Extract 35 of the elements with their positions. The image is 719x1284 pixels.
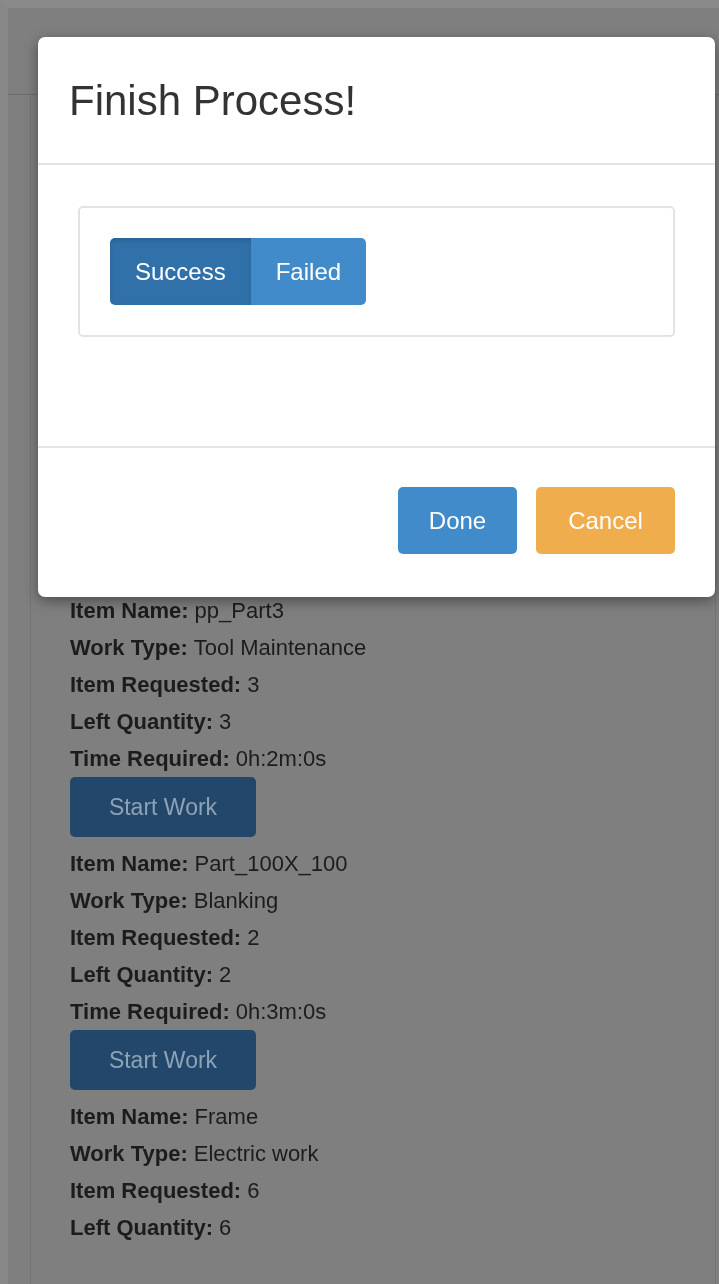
cancel-button[interactable]: Cancel [536,487,675,554]
field-label: Time Required: [70,999,230,1024]
field-value: Electric work [193,1141,319,1166]
field-label: Item Requested: [70,1178,242,1203]
modal-title: Finish Process! [69,76,358,126]
start-work-button[interactable]: Start Work [70,1030,256,1090]
field-label: Work Type: [70,888,188,913]
field-label: Item Requested: [70,672,242,697]
field-value: Part_100X_100 [194,851,348,876]
field-label: Left Quantity: [70,1215,213,1240]
field-value: 2 [219,962,232,987]
field-value: Tool Maintenance [193,635,367,660]
field-value: 0h:3m:0s [235,999,327,1024]
field-value: 2 [247,925,260,950]
field-value: 3 [247,672,260,697]
field-label: Item Requested: [70,925,242,950]
field-value: 3 [219,709,232,734]
field-label: Work Type: [70,1141,188,1166]
field-value: pp_Part3 [194,598,284,623]
field-label: Left Quantity: [70,962,213,987]
field-label: Left Quantity: [70,709,213,734]
field-value: 6 [219,1215,232,1240]
toggle-button[interactable]: Success [110,238,251,305]
field-label: Item Name: [70,598,189,623]
start-work-button[interactable]: Start Work [70,777,256,837]
done-button[interactable]: Done [398,487,517,554]
field-value: 0h:2m:0s [235,746,327,771]
field-label: Item Name: [70,851,189,876]
toggle-button[interactable]: Failed [250,238,367,305]
field-value: Blanking [193,888,279,913]
field-label: Time Required: [70,746,230,771]
field-value: Frame [194,1104,259,1129]
field-value: 6 [247,1178,260,1203]
field-label: Work Type: [70,635,188,660]
field-label: Item Name: [70,1104,189,1129]
